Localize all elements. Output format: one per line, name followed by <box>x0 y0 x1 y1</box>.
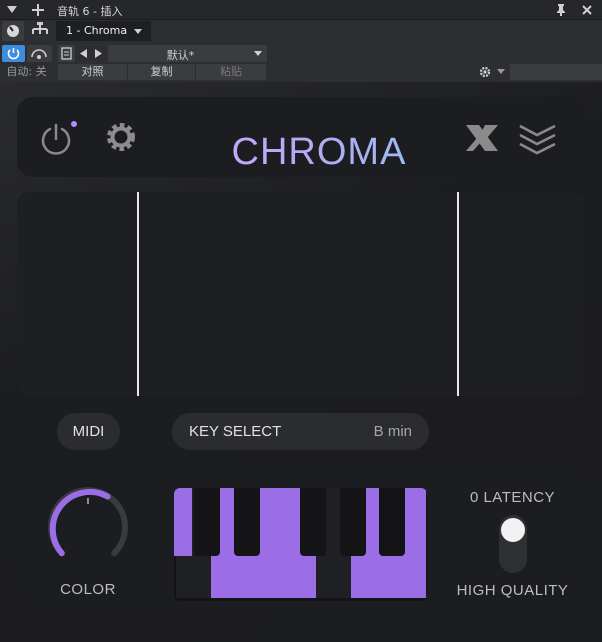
compare-button[interactable]: 对照 <box>58 64 128 80</box>
key-select-button[interactable]: KEY SELECT B min <box>172 413 429 450</box>
x-logo-icon <box>466 125 498 151</box>
settings-menu-button[interactable] <box>476 64 510 80</box>
presets-button[interactable] <box>517 121 559 155</box>
instance-name: 1 - Chroma <box>66 24 128 37</box>
paste-button[interactable]: 粘贴 <box>196 64 267 80</box>
black-key[interactable] <box>379 488 405 556</box>
chroma-logo: CHROMA <box>187 131 451 174</box>
black-key-highlight <box>278 488 298 556</box>
routing-icon <box>32 22 48 34</box>
copy-button[interactable]: 复制 <box>128 64 196 80</box>
routing-button[interactable] <box>28 21 52 41</box>
latency-label: 0 LATENCY <box>469 489 556 506</box>
preset-selector[interactable]: 默认* <box>108 45 267 62</box>
preset-save-button[interactable] <box>58 45 75 62</box>
layers-icon <box>519 124 556 155</box>
instance-tab[interactable]: 1 - Chroma <box>56 21 151 41</box>
black-key-group <box>212 488 282 558</box>
instance-dropdown-icon <box>134 29 142 34</box>
color-knob-dial <box>48 487 128 557</box>
color-knob[interactable] <box>47 487 129 569</box>
window-title: 音轨 6 - 插入 <box>57 5 123 18</box>
black-key-group <box>357 488 427 558</box>
power-toggle-button[interactable] <box>2 45 25 62</box>
key-select-label: KEY SELECT <box>189 423 282 440</box>
title-bar: 音轨 6 - 插入 <box>0 0 602 20</box>
preset-dropdown-icon <box>254 51 262 56</box>
chroma-plugin: CHROMA MIDI KEY SELECT B min COLOR 0 LAT… <box>0 82 602 642</box>
automation-button[interactable] <box>27 45 52 62</box>
next-preset-icon[interactable] <box>95 49 103 58</box>
black-key[interactable] <box>234 488 260 556</box>
host-plugin-header: 音轨 6 - 插入 1 - Chroma 默认* 自动: 关 对照 复制 粘贴 <box>0 0 602 82</box>
color-label: COLOR <box>60 581 116 598</box>
visualizer-right-marker[interactable] <box>457 192 459 396</box>
midi-label: MIDI <box>72 423 105 440</box>
bypass-knob-icon <box>7 25 19 37</box>
host-search-field[interactable] <box>510 64 602 80</box>
visualizer-panel <box>17 192 585 396</box>
quality-toggle-handle[interactable] <box>501 518 525 542</box>
bypass-knob-button[interactable] <box>2 21 24 41</box>
black-key-highlight <box>174 488 192 556</box>
save-icon <box>61 47 72 60</box>
bottom-panel: COLOR 0 LATENCY HIGH QUALITY <box>17 465 585 611</box>
close-icon[interactable] <box>582 5 592 15</box>
midi-button[interactable]: MIDI <box>57 413 120 450</box>
key-select-value: B min <box>373 423 412 440</box>
visualizer-left-marker[interactable] <box>137 192 139 396</box>
gear-icon <box>107 123 135 151</box>
power-icon <box>41 121 77 155</box>
add-icon[interactable] <box>32 4 44 16</box>
power-button[interactable] <box>40 119 80 159</box>
gear-icon <box>479 66 505 78</box>
automation-icon <box>31 49 47 59</box>
quality-toggle[interactable] <box>499 515 527 573</box>
high-quality-label: HIGH QUALITY <box>456 582 569 599</box>
settings-button[interactable] <box>105 121 139 155</box>
piano-keyboard[interactable] <box>174 488 427 601</box>
menu-dropdown-icon[interactable] <box>7 6 17 14</box>
pin-icon[interactable] <box>556 4 566 16</box>
power-icon <box>7 48 20 60</box>
preset-name: 默认* <box>166 49 195 62</box>
header-panel: CHROMA <box>17 97 585 177</box>
automation-mode[interactable]: 自动: 关 <box>2 64 52 80</box>
prev-preset-icon[interactable] <box>80 49 88 58</box>
randomize-button[interactable] <box>463 121 501 155</box>
